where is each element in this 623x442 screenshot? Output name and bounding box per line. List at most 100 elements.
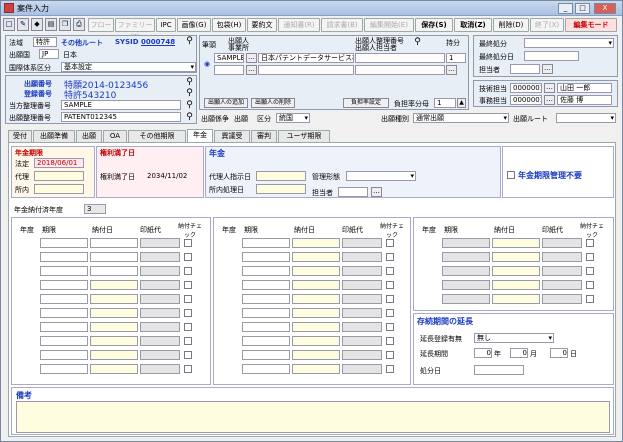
notes-textarea[interactable] bbox=[16, 401, 610, 433]
tab-opposition[interactable]: 異議受 bbox=[214, 130, 250, 142]
search-icon[interactable]: ⚲ bbox=[184, 88, 195, 99]
paid-checkbox[interactable] bbox=[586, 239, 594, 247]
manage-select[interactable] bbox=[346, 171, 416, 181]
paid-checkbox[interactable] bbox=[386, 253, 394, 261]
start-edit-button[interactable]: 編集開始(E) bbox=[364, 18, 414, 32]
paid-checkbox[interactable] bbox=[184, 267, 192, 275]
paid-checkbox[interactable] bbox=[386, 351, 394, 359]
paid-date-cell[interactable] bbox=[292, 294, 340, 304]
paid-checkbox[interactable] bbox=[386, 295, 394, 303]
browse-button[interactable]: … bbox=[544, 83, 555, 93]
paid-checkbox[interactable] bbox=[184, 323, 192, 331]
applicant-person-field[interactable] bbox=[355, 65, 445, 75]
paid-date-cell[interactable] bbox=[292, 322, 340, 332]
image-button[interactable]: 画像(G) bbox=[177, 18, 211, 32]
burden-setting-button[interactable]: 負担率設定 bbox=[343, 98, 389, 108]
office-date[interactable] bbox=[34, 184, 84, 194]
tab-annuity[interactable]: 年金 bbox=[187, 129, 213, 142]
search-icon[interactable]: ⚲ bbox=[184, 77, 195, 88]
seiri-field[interactable]: PATENT012345 bbox=[61, 112, 181, 122]
sysid-value[interactable]: 0000748 bbox=[141, 38, 175, 46]
tab-application[interactable]: 出願 bbox=[76, 130, 102, 142]
ext-year-field[interactable]: 0 bbox=[474, 348, 492, 358]
paid-date-cell[interactable] bbox=[292, 252, 340, 262]
office-proc-date[interactable] bbox=[256, 184, 306, 194]
paid-checkbox[interactable] bbox=[184, 309, 192, 317]
delete-button[interactable]: 削除(D) bbox=[493, 18, 529, 32]
maximize-button[interactable]: □ bbox=[575, 3, 590, 14]
paid-date-cell[interactable] bbox=[492, 266, 540, 276]
family-button[interactable]: ファミリー(F) bbox=[115, 18, 155, 41]
tantou-field[interactable] bbox=[510, 64, 540, 74]
paid-checkbox[interactable] bbox=[586, 267, 594, 275]
office-staff-code[interactable]: 0000001 bbox=[510, 95, 542, 105]
paid-date-cell[interactable] bbox=[90, 294, 138, 304]
ext-umu-select[interactable]: 無し bbox=[474, 333, 554, 343]
paid-checkbox[interactable] bbox=[184, 365, 192, 373]
paid-date-cell[interactable] bbox=[90, 336, 138, 346]
tech-code[interactable]: 0000001 bbox=[510, 83, 542, 93]
tab-user-deadline[interactable]: ユーザ期限 bbox=[278, 130, 330, 142]
print-icon[interactable]: ⎙ bbox=[73, 18, 85, 31]
kokusai-select[interactable]: 基本設定 bbox=[61, 62, 196, 72]
tab-preparation[interactable]: 出願準備 bbox=[33, 130, 75, 142]
minimize-button[interactable]: _ bbox=[558, 3, 573, 14]
office-name[interactable] bbox=[258, 65, 354, 75]
last-proc-select[interactable] bbox=[524, 38, 614, 48]
paid-date-cell[interactable] bbox=[90, 238, 138, 248]
invoice-button[interactable]: 請求書(B) bbox=[321, 18, 363, 32]
browse-button[interactable]: … bbox=[446, 65, 457, 75]
paid-date-cell[interactable] bbox=[492, 280, 540, 290]
folder-icon[interactable]: □ bbox=[3, 18, 15, 31]
summary-button[interactable]: 要約文 bbox=[247, 18, 277, 32]
kubun-select[interactable]: 統国 bbox=[276, 113, 310, 123]
cancel-button[interactable]: 取消(Z) bbox=[454, 18, 492, 32]
country-code[interactable]: JP bbox=[39, 49, 59, 59]
paid-date-cell[interactable] bbox=[292, 336, 340, 346]
tab-oa[interactable]: OA bbox=[103, 130, 127, 142]
delete-applicant-button[interactable]: 出願人の削除 bbox=[251, 98, 295, 108]
radio-selected-icon[interactable]: ◉ bbox=[204, 60, 210, 68]
tou-field[interactable]: SAMPLE bbox=[61, 100, 181, 110]
paid-date-cell[interactable] bbox=[90, 350, 138, 360]
diamond-icon[interactable]: ◆ bbox=[31, 18, 43, 31]
paid-date-cell[interactable] bbox=[292, 364, 340, 374]
paid-checkbox[interactable] bbox=[184, 281, 192, 289]
copy-icon[interactable]: ❐ bbox=[59, 18, 71, 31]
type-select[interactable]: 通常出願 bbox=[413, 113, 509, 123]
applicant-code[interactable]: SAMPLE bbox=[214, 53, 244, 63]
paid-date-cell[interactable] bbox=[90, 322, 138, 332]
search-icon[interactable]: ⚲ bbox=[184, 112, 195, 123]
paid-date-cell[interactable] bbox=[292, 266, 340, 276]
paid-checkbox[interactable] bbox=[386, 267, 394, 275]
search-icon[interactable]: ⚲ bbox=[184, 36, 195, 47]
browse-button[interactable]: … bbox=[544, 95, 555, 105]
add-applicant-button[interactable]: 出願人の追加 bbox=[204, 98, 248, 108]
applicant-ref-field[interactable] bbox=[355, 53, 445, 63]
ipc-button[interactable]: IPC bbox=[156, 18, 176, 32]
paid-date-cell[interactable] bbox=[90, 364, 138, 374]
paid-checkbox[interactable] bbox=[386, 309, 394, 317]
agent-instr-date[interactable] bbox=[256, 171, 306, 181]
agent-date[interactable] bbox=[34, 171, 84, 181]
browse-button[interactable]: … bbox=[542, 64, 553, 74]
paid-date-cell[interactable] bbox=[90, 252, 138, 262]
paid-date-cell[interactable] bbox=[492, 252, 540, 262]
browse-button[interactable]: … bbox=[246, 53, 257, 63]
flow-button[interactable]: フロー bbox=[88, 18, 114, 32]
tab-uketsuke[interactable]: 受付 bbox=[8, 130, 32, 142]
edit-icon[interactable]: ✎ bbox=[17, 18, 29, 31]
hou-field[interactable]: 特許 bbox=[33, 37, 57, 47]
annuity-tantou-field[interactable] bbox=[338, 187, 368, 197]
exit-button[interactable]: 終了(X) bbox=[530, 18, 564, 32]
paid-date-cell[interactable] bbox=[292, 238, 340, 248]
applicant-name[interactable]: 日本パテントデータサービス株式 bbox=[258, 53, 354, 63]
ext-day-field[interactable]: 0 bbox=[550, 348, 568, 358]
paid-date-cell[interactable] bbox=[492, 238, 540, 248]
paid-date-cell[interactable] bbox=[292, 350, 340, 360]
no-manage-checkbox[interactable] bbox=[507, 171, 515, 179]
close-window-button[interactable]: X bbox=[594, 3, 616, 14]
save-button[interactable]: 保存(S) bbox=[415, 18, 453, 32]
browse-button[interactable]: … bbox=[246, 65, 257, 75]
share-field[interactable]: 1 bbox=[446, 53, 466, 63]
